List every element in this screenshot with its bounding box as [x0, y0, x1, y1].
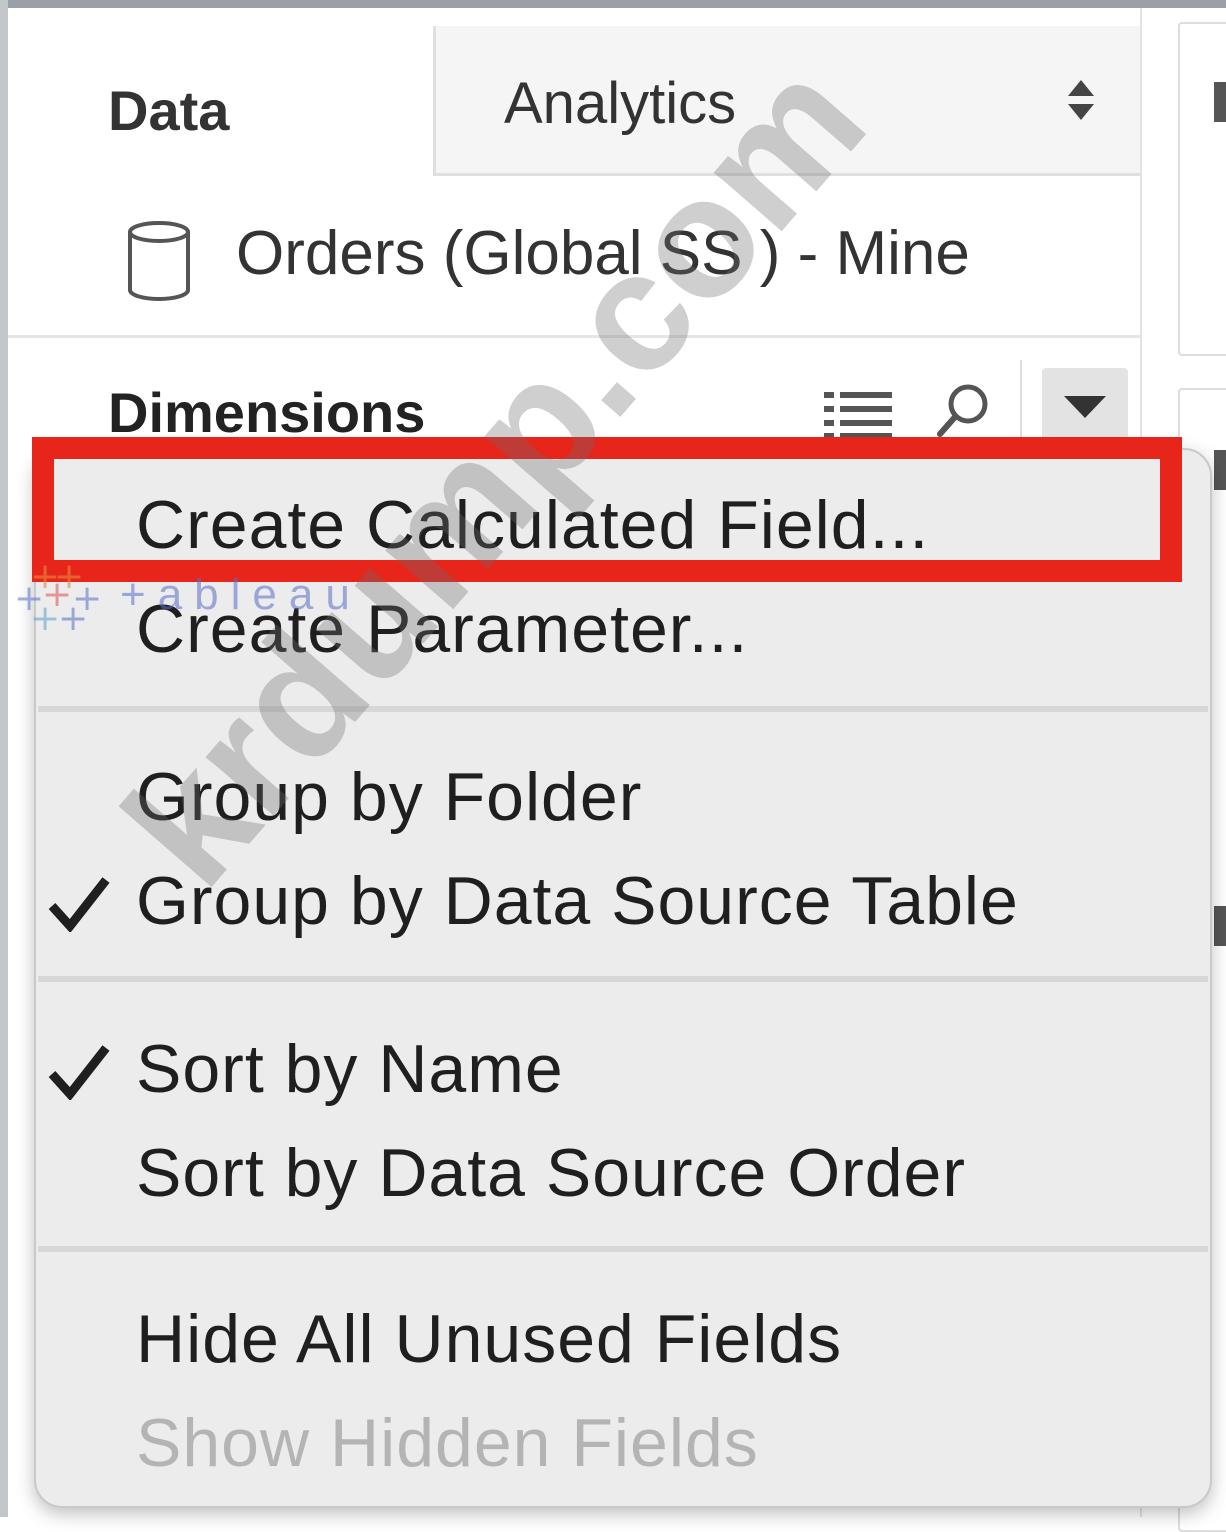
menu-item-show-hidden-fields: Show Hidden Fields: [36, 1394, 1210, 1494]
checkmark-icon: [48, 877, 110, 932]
menu-item-label: Show Hidden Fields: [136, 1405, 759, 1481]
search-icon[interactable]: [936, 382, 990, 438]
menu-separator: [38, 976, 1208, 982]
menu-item-group-by-folder[interactable]: Group by Folder: [36, 748, 1210, 848]
dimensions-title: Dimensions: [108, 381, 426, 444]
data-source-name: Orders (Global SS ) - Mine: [236, 219, 970, 288]
checkmark-icon: [48, 1045, 110, 1100]
menu-item-sort-by-data-source-order[interactable]: Sort by Data Source Order: [36, 1124, 1210, 1224]
dimensions-menu-button[interactable]: [1042, 368, 1128, 446]
window-left-border: [0, 0, 8, 1517]
menu-item-label: Create Calculated Field...: [136, 487, 930, 563]
tab-analytics-label: Analytics: [504, 71, 737, 136]
window-top-border: [0, 0, 1226, 8]
menu-item-create-calculated-field[interactable]: Create Calculated Field...: [36, 476, 1210, 576]
list-view-icon[interactable]: [824, 390, 892, 440]
menu-item-hide-all-unused-fields[interactable]: Hide All Unused Fields: [36, 1290, 1210, 1390]
menu-item-label: Group by Folder: [136, 759, 643, 835]
tab-analytics[interactable]: Analytics: [433, 26, 1140, 176]
data-source-row[interactable]: Orders (Global SS ) - Mine: [8, 178, 1140, 338]
menu-item-label: Sort by Data Source Order: [136, 1135, 967, 1211]
menu-item-label: Sort by Name: [136, 1031, 564, 1107]
tab-data-label: Data: [108, 79, 230, 142]
database-icon: [128, 221, 190, 301]
menu-item-label: Group by Data Source Table: [136, 863, 1019, 939]
tab-data[interactable]: Data: [8, 26, 433, 176]
menu-separator: [38, 706, 1208, 712]
menu-item-create-parameter[interactable]: Create Parameter...: [36, 580, 1210, 680]
menu-separator: [38, 1246, 1208, 1252]
context-menu: Create Calculated Field... Create Parame…: [34, 448, 1212, 1508]
sort-updown-icon[interactable]: [1066, 78, 1096, 122]
menu-item-sort-by-name[interactable]: Sort by Name: [36, 1020, 1210, 1120]
right-edge-glyph: [1214, 82, 1226, 122]
right-edge-glyph: [1214, 906, 1226, 946]
menu-item-label: Create Parameter...: [136, 591, 749, 667]
dimensions-header: Dimensions: [8, 338, 1140, 448]
menu-item-label: Hide All Unused Fields: [136, 1301, 843, 1377]
right-shelf-card: [1178, 22, 1226, 356]
dropdown-arrow-icon: [1064, 396, 1106, 418]
right-edge-glyph: [1214, 450, 1226, 490]
header-divider: [1020, 360, 1022, 440]
menu-item-group-by-data-source-table[interactable]: Group by Data Source Table: [36, 852, 1210, 952]
